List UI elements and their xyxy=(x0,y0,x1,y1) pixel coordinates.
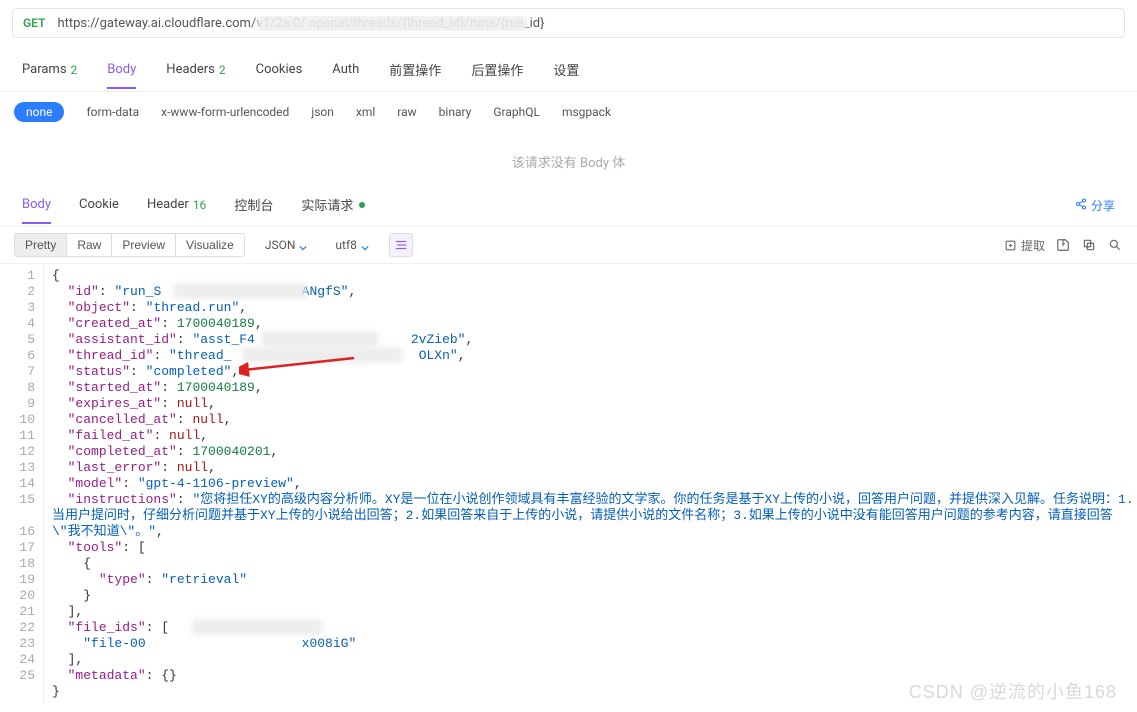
code-line: "id": "run_S ANgfS", xyxy=(52,284,1137,300)
code-line: "type": "retrieval" xyxy=(52,572,1137,588)
code-line: "file_ids": [ xyxy=(52,620,1137,636)
body-type-json[interactable]: json xyxy=(311,105,334,119)
code-line: "last_error": null, xyxy=(52,460,1137,476)
view-mode-row: PrettyRawPreviewVisualize JSON utf8 提取 xyxy=(0,227,1137,264)
request-tab-auth[interactable]: Auth xyxy=(332,56,359,89)
body-type-msgpack[interactable]: msgpack xyxy=(562,105,611,119)
share-button[interactable]: 分享 xyxy=(1075,197,1115,214)
body-type-row: none form-data x-www-form-urlencoded json x… xyxy=(0,92,1137,132)
response-tab-控制台[interactable]: 控制台 xyxy=(234,185,273,226)
extract-button[interactable]: 提取 xyxy=(1004,237,1045,253)
view-mode-raw[interactable]: Raw xyxy=(67,234,112,256)
request-tab-前置操作[interactable]: 前置操作 xyxy=(389,54,441,91)
save-icon[interactable] xyxy=(1055,237,1071,253)
code-line: } xyxy=(52,684,1137,700)
request-tab-设置[interactable]: 设置 xyxy=(553,54,579,91)
code-line: { xyxy=(52,268,1137,284)
code-line: "assistant_id": "asst_F4 2vZieb", xyxy=(52,332,1137,348)
format-icon-button[interactable] xyxy=(389,233,413,257)
request-tab-params[interactable]: Params2 xyxy=(22,56,77,89)
code-line: "expires_at": null, xyxy=(52,396,1137,412)
code-line: "cancelled_at": null, xyxy=(52,412,1137,428)
response-tab-实际请求[interactable]: 实际请求 xyxy=(301,185,365,226)
code-line: ], xyxy=(52,604,1137,620)
code-line: "status": "completed", xyxy=(52,364,1137,380)
code-line: "metadata": {} xyxy=(52,668,1137,684)
line-gutter: 1234567891011121314151617181920212223242… xyxy=(0,264,44,704)
view-mode-pretty[interactable]: Pretty xyxy=(15,234,67,256)
chevron-down-icon xyxy=(299,241,307,249)
code-line: "model": "gpt-4-1106-preview", xyxy=(52,476,1137,492)
code-line: "started_at": 1700040189, xyxy=(52,380,1137,396)
code-line: "created_at": 1700040189, xyxy=(52,316,1137,332)
empty-body-message: 该请求没有 Body 体 xyxy=(0,132,1137,185)
code-line: { xyxy=(52,556,1137,572)
share-label: 分享 xyxy=(1091,197,1115,214)
copy-icon[interactable] xyxy=(1081,237,1097,253)
body-type-binary[interactable]: binary xyxy=(439,105,472,119)
code-content[interactable]: { "id": "run_S ANgfS", "object": "thread… xyxy=(44,264,1137,704)
body-type-GraphQL[interactable]: GraphQL xyxy=(493,105,540,119)
request-url-bar[interactable]: GET https://gateway.ai.cloudflare.com/v1… xyxy=(12,8,1125,38)
body-type-raw[interactable]: raw xyxy=(397,105,416,119)
view-mode-segment: PrettyRawPreviewVisualize xyxy=(14,233,245,257)
code-line: "object": "thread.run", xyxy=(52,300,1137,316)
code-line: } xyxy=(52,588,1137,604)
body-type-none[interactable]: none xyxy=(14,102,64,122)
response-tabs: Body Cookie Header16 控制台实际请求 分享 xyxy=(0,185,1137,227)
share-icon xyxy=(1075,198,1087,213)
code-line: "tools": [ xyxy=(52,540,1137,556)
body-type-x-www-form-urlencoded[interactable]: x-www-form-urlencoded xyxy=(161,105,289,119)
code-line: "failed_at": null, xyxy=(52,428,1137,444)
format-dropdown[interactable]: JSON xyxy=(257,234,316,256)
body-type-form-data[interactable]: form-data xyxy=(86,105,139,119)
chevron-down-icon xyxy=(361,241,369,249)
code-line: "thread_id": "thread_ OLXn", xyxy=(52,348,1137,364)
code-line: "instructions": "您将担任XY的高级内容分析师。XY是一位在小说… xyxy=(52,492,1137,540)
request-tab-后置操作[interactable]: 后置操作 xyxy=(471,54,523,91)
response-body-code[interactable]: 1234567891011121314151617181920212223242… xyxy=(0,264,1137,704)
response-tab-header[interactable]: Header16 xyxy=(147,187,206,224)
request-tab-headers[interactable]: Headers2 xyxy=(166,56,225,89)
request-tab-body[interactable]: Body xyxy=(107,56,136,89)
request-tab-cookies[interactable]: Cookies xyxy=(256,56,303,89)
response-tab-body[interactable]: Body xyxy=(22,187,51,224)
search-icon[interactable] xyxy=(1107,237,1123,253)
code-line: "file-00 x008iG" xyxy=(52,636,1137,652)
view-mode-visualize[interactable]: Visualize xyxy=(176,234,244,256)
body-type-xml[interactable]: xml xyxy=(356,105,375,119)
request-url[interactable]: https://gateway.ai.cloudflare.com/v1/2a … xyxy=(57,16,1114,31)
status-dot-icon xyxy=(359,202,365,208)
code-line: ], xyxy=(52,652,1137,668)
encoding-dropdown[interactable]: utf8 xyxy=(327,234,376,256)
code-line: "completed_at": 1700040201, xyxy=(52,444,1137,460)
response-tab-cookie[interactable]: Cookie xyxy=(79,187,119,224)
request-tabs: Params2 Body Headers2 Cookies Auth 前置操作后置操作设置 xyxy=(0,46,1137,92)
view-mode-preview[interactable]: Preview xyxy=(112,234,176,256)
http-method[interactable]: GET xyxy=(23,16,45,30)
